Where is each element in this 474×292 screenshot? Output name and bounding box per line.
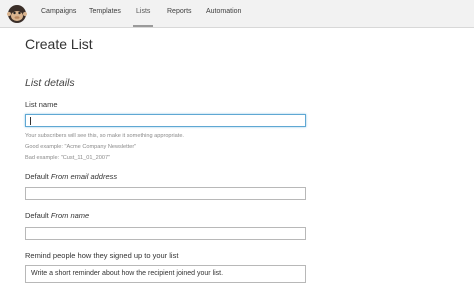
list-name-input[interactable] <box>25 114 306 127</box>
nav-item-campaigns[interactable]: Campaigns <box>41 8 76 15</box>
from-name-label: Default From name <box>25 211 90 220</box>
from-email-input[interactable] <box>25 187 306 200</box>
reminder-textarea[interactable]: Write a short reminder about how the rec… <box>25 265 306 283</box>
text-caret <box>30 117 31 125</box>
list-name-label: List name <box>25 100 58 109</box>
nav-item-reports[interactable]: Reports <box>167 8 192 15</box>
section-title: List details <box>25 77 75 89</box>
list-name-help: Your subscribers will see this, so make … <box>25 133 184 139</box>
good-example-text: Good example: "Acme Company Newsletter" <box>25 144 137 150</box>
nav-item-automation[interactable]: Automation <box>206 8 241 15</box>
from-email-label: Default From email address <box>25 172 118 181</box>
chimp-logo-icon[interactable] <box>6 2 28 24</box>
reminder-value: Write a short reminder about how the rec… <box>31 270 224 277</box>
active-tab-indicator <box>133 25 153 27</box>
nav-item-templates[interactable]: Templates <box>89 8 121 15</box>
page-title: Create List <box>25 36 93 52</box>
reminder-label: Remind people how they signed up to your… <box>25 251 179 260</box>
from-name-input[interactable] <box>25 227 306 240</box>
bad-example-text: Bad example: "Cust_11_01_2007" <box>25 155 111 161</box>
nav-item-lists[interactable]: Lists <box>136 8 150 15</box>
top-navigation-bar: Campaigns Templates Lists Reports Automa… <box>0 0 474 28</box>
